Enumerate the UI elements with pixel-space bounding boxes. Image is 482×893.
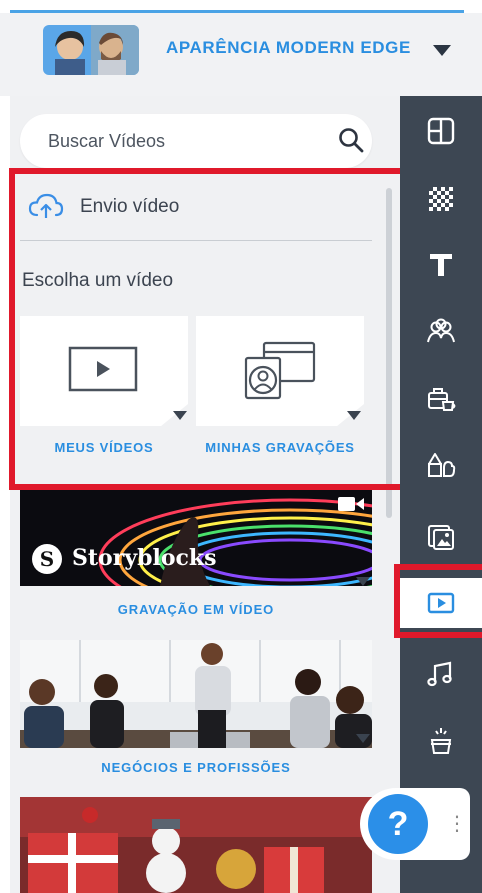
upload-video-button[interactable]: Envio vídeo xyxy=(24,190,324,222)
category-label-video-recording[interactable]: GRAVAÇÃO EM VÍDEO xyxy=(20,602,372,617)
magic-icon xyxy=(430,728,452,754)
panel-scrollbar[interactable] xyxy=(386,188,392,518)
choose-video-label: Escolha um vídeo xyxy=(22,270,174,291)
storyblocks-logo: S xyxy=(32,544,62,574)
category-label-business[interactable]: NEGÓCIOS E PROFISSÕES xyxy=(20,760,372,775)
rail-characters-button[interactable] xyxy=(400,306,482,356)
rail-layout-button[interactable] xyxy=(400,106,482,156)
caret-down-icon[interactable] xyxy=(433,45,451,56)
search-box[interactable] xyxy=(20,114,372,168)
rail-music-button[interactable] xyxy=(400,650,482,700)
storyblocks-brand-text: Storyblocks xyxy=(72,545,217,571)
search-input[interactable] xyxy=(48,128,308,154)
props-icon xyxy=(428,388,456,411)
text-icon xyxy=(430,254,452,276)
my-recordings-label[interactable]: MINHAS GRAVAÇÕES xyxy=(196,440,364,455)
play-video-icon xyxy=(68,346,138,392)
couple-avatar-icon xyxy=(43,25,139,75)
video-camera-icon xyxy=(338,497,364,511)
characters-icon xyxy=(427,318,455,343)
help-button[interactable]: ? xyxy=(368,794,428,854)
help-more-button[interactable]: ⋮ xyxy=(444,788,470,860)
rail-props-button[interactable] xyxy=(400,374,482,424)
search-icon[interactable] xyxy=(338,127,364,153)
music-icon xyxy=(427,661,452,687)
category-caret-icon[interactable] xyxy=(356,734,370,743)
my-recordings-caret-icon[interactable] xyxy=(347,411,361,420)
category-thumbnail-business[interactable] xyxy=(20,640,372,748)
divider xyxy=(20,240,372,241)
shapes-icon xyxy=(428,453,456,477)
my-videos-card[interactable] xyxy=(20,316,188,426)
background-texture-icon xyxy=(429,187,453,211)
rail-images-button[interactable] xyxy=(400,512,482,562)
recording-icon xyxy=(244,341,316,400)
upload-video-label: Envio vídeo xyxy=(80,196,180,217)
rail-text-button[interactable] xyxy=(400,240,482,290)
my-videos-label[interactable]: MEUS VÍDEOS xyxy=(20,440,188,455)
layout-icon xyxy=(427,117,455,145)
rail-shapes-button[interactable] xyxy=(400,440,482,490)
cloud-upload-icon xyxy=(28,193,64,218)
images-icon xyxy=(428,525,454,550)
rail-background-button[interactable] xyxy=(400,174,482,224)
video-icon xyxy=(427,592,455,614)
rail-magic-button[interactable] xyxy=(400,716,482,766)
my-videos-caret-icon[interactable] xyxy=(173,411,187,420)
category-thumbnail-storyblocks[interactable]: S Storyblocks xyxy=(20,490,372,586)
category-caret-icon[interactable] xyxy=(356,577,370,586)
my-recordings-card[interactable] xyxy=(196,316,364,426)
rail-video-button[interactable] xyxy=(400,578,482,628)
appearance-title[interactable]: APARÊNCIA MODERN EDGE xyxy=(166,39,416,57)
help-widget: ? ⋮ xyxy=(360,788,470,860)
category-thumbnail-holiday[interactable] xyxy=(20,797,372,893)
appearance-header[interactable]: APARÊNCIA MODERN EDGE xyxy=(0,13,482,96)
